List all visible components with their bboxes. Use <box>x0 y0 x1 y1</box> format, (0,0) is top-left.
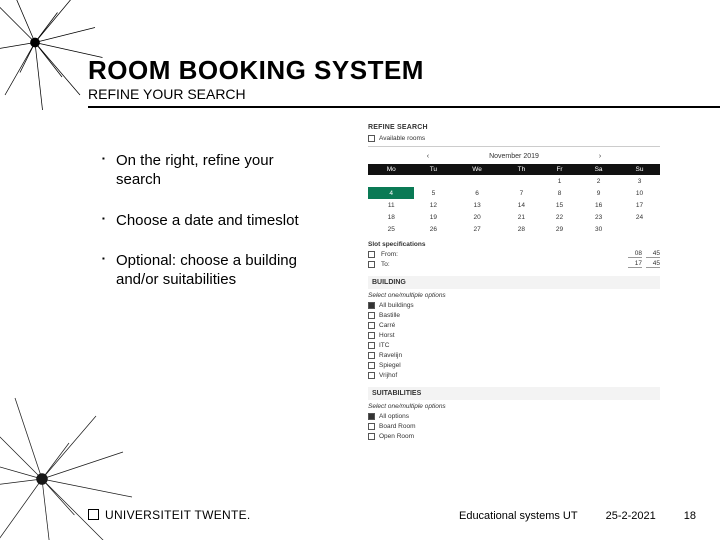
checkbox-icon <box>368 332 375 339</box>
calendar-day: 7 <box>502 187 541 199</box>
calendar-day: 21 <box>502 211 541 223</box>
slide-subtitle: REFINE YOUR SEARCH <box>88 86 246 102</box>
suitabilities-heading: SUITABILITIES <box>368 387 660 400</box>
refine-search-heading: REFINE SEARCH <box>368 124 660 131</box>
calendar-day <box>619 223 660 235</box>
calendar-dow: Fr <box>541 164 578 175</box>
footer-page: 18 <box>684 510 696 522</box>
calendar-day: 25 <box>368 223 414 235</box>
suitability-option: Board Room <box>379 423 416 430</box>
university-logo: UNIVERSITEIT TWENTE. <box>88 508 251 522</box>
slot-heading: Slot specifications <box>368 241 660 248</box>
calendar-day: 20 <box>452 211 502 223</box>
bullet-item: Choose a date and timeslot <box>102 212 317 231</box>
building-option: All buildings <box>379 302 414 309</box>
calendar-prev-icon: ‹ <box>427 153 429 160</box>
checkbox-icon <box>368 312 375 319</box>
bullet-item: Optional: choose a building and/or suita… <box>102 252 317 290</box>
checkbox-icon <box>368 352 375 359</box>
calendar-grid: MoTuWeThFrSaSu 1234567891011121314151617… <box>368 164 660 235</box>
calendar-day: 12 <box>414 199 452 211</box>
slot-from-min: 45 <box>646 250 660 258</box>
building-option: Vrijhof <box>379 372 397 379</box>
calendar-day: 13 <box>452 199 502 211</box>
calendar-day: 18 <box>368 211 414 223</box>
checkbox-icon <box>368 322 375 329</box>
calendar-month-label: November 2019 <box>489 153 539 160</box>
calendar-dow: Su <box>619 164 660 175</box>
building-hint: Select one/multiple options <box>368 292 660 299</box>
suitabilities-hint: Select one/multiple options <box>368 403 660 410</box>
calendar-day: 29 <box>541 223 578 235</box>
calendar-day: 3 <box>619 175 660 187</box>
calendar-day: 1 <box>541 175 578 187</box>
calendar-day: 5 <box>414 187 452 199</box>
calendar-next-icon: › <box>599 153 601 160</box>
calendar-day <box>368 175 414 187</box>
footer-source: Educational systems UT <box>459 510 578 522</box>
calendar-day: 19 <box>414 211 452 223</box>
checkbox-icon <box>368 251 375 258</box>
checkbox-icon <box>368 423 375 430</box>
calendar-dow: Tu <box>414 164 452 175</box>
bullet-list: On the right, refine your search Choose … <box>102 152 317 312</box>
calendar-day: 6 <box>452 187 502 199</box>
checkbox-icon <box>368 362 375 369</box>
calendar-dow: Th <box>502 164 541 175</box>
calendar-day: 8 <box>541 187 578 199</box>
checkbox-icon <box>368 135 375 142</box>
calendar-day: 27 <box>452 223 502 235</box>
calendar-dow: We <box>452 164 502 175</box>
checkbox-icon <box>368 413 375 420</box>
calendar-day <box>414 175 452 187</box>
calendar-day <box>452 175 502 187</box>
calendar-day: 17 <box>619 199 660 211</box>
availability-checkbox-label: Available rooms <box>379 135 425 142</box>
slide-title: ROOM BOOKING SYSTEM <box>88 55 424 86</box>
calendar-day: 30 <box>578 223 619 235</box>
calendar-day: 4 <box>368 187 414 199</box>
building-heading: BUILDING <box>368 276 660 289</box>
checkbox-icon <box>368 302 375 309</box>
building-option: Spiegel <box>379 362 401 369</box>
suitability-option: Open Room <box>379 433 414 440</box>
calendar-day: 26 <box>414 223 452 235</box>
building-option: ITC <box>379 342 389 349</box>
calendar-day: 24 <box>619 211 660 223</box>
title-rule <box>88 106 720 108</box>
calendar-dow: Mo <box>368 164 414 175</box>
slot-to-label: To: <box>381 261 622 268</box>
checkbox-icon <box>368 342 375 349</box>
slot-from-hour: 08 <box>628 250 642 258</box>
calendar-day: 15 <box>541 199 578 211</box>
slot-to-min: 45 <box>646 260 660 268</box>
checkbox-icon <box>368 433 375 440</box>
calendar-day: 16 <box>578 199 619 211</box>
calendar-day: 11 <box>368 199 414 211</box>
calendar: ‹ November 2019 › MoTuWeThFrSaSu 1234567… <box>368 151 660 235</box>
calendar-day: 23 <box>578 211 619 223</box>
calendar-day: 10 <box>619 187 660 199</box>
calendar-day: 9 <box>578 187 619 199</box>
building-option: Carré <box>379 322 395 329</box>
suitability-option: All options <box>379 413 409 420</box>
calendar-day: 2 <box>578 175 619 187</box>
slot-to-hour: 17 <box>628 260 642 268</box>
checkbox-icon <box>368 372 375 379</box>
building-option: Bastille <box>379 312 400 319</box>
calendar-day: 28 <box>502 223 541 235</box>
calendar-day <box>502 175 541 187</box>
checkbox-icon <box>368 261 375 268</box>
bullet-item: On the right, refine your search <box>102 152 317 190</box>
calendar-day: 14 <box>502 199 541 211</box>
refine-panel-screenshot: REFINE SEARCH Available rooms ‹ November… <box>368 118 660 518</box>
calendar-day: 22 <box>541 211 578 223</box>
footer-date: 25-2-2021 <box>606 510 656 522</box>
slot-from-label: From: <box>381 251 622 258</box>
calendar-dow: Sa <box>578 164 619 175</box>
building-option: Horst <box>379 332 395 339</box>
building-option: Ravelijn <box>379 352 402 359</box>
